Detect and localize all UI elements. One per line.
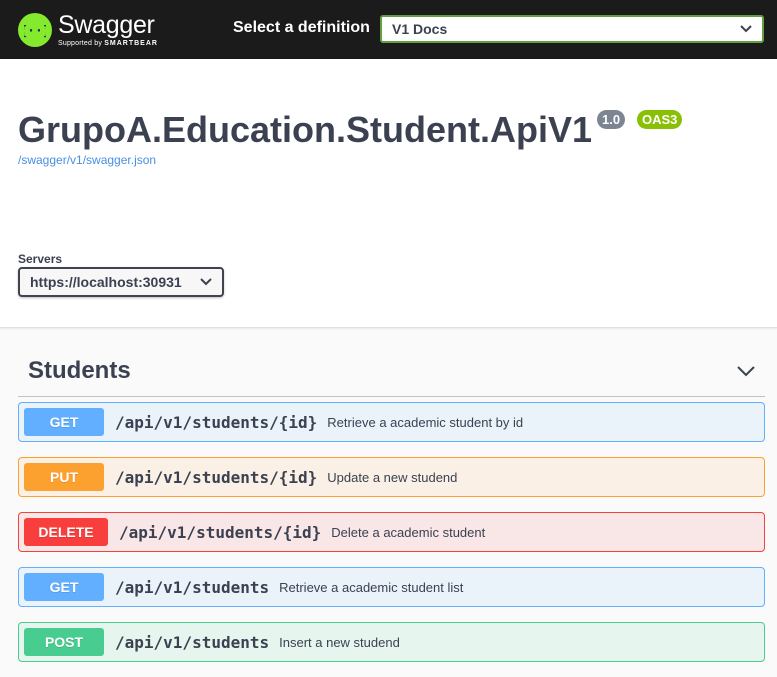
servers-select[interactable]: https://localhost:30931 [18, 267, 224, 297]
oas-badge: OAS3 [637, 110, 683, 129]
method-badge: GET [24, 573, 104, 601]
svg-text:{··}: {··} [24, 24, 46, 39]
spec-url-link[interactable]: /swagger/v1/swagger.json [18, 153, 156, 167]
operation-summary: Insert a new studend [279, 634, 400, 650]
operation-summary: Retrieve a academic student list [279, 579, 464, 595]
method-badge: POST [24, 628, 104, 656]
swagger-logo-icon: {··} [18, 12, 52, 47]
collapse-arrow-icon[interactable] [737, 365, 755, 377]
method-badge: DELETE [24, 518, 108, 546]
definition-label: Select a definition [233, 19, 370, 36]
tag-header-students[interactable]: Students [18, 346, 765, 397]
chevron-down-icon [200, 278, 212, 286]
method-badge: PUT [24, 463, 104, 491]
top-bar: {··} Swagger Supported by SMARTBEAR Sele… [0, 0, 777, 59]
chevron-down-icon [740, 25, 752, 33]
swagger-logo[interactable]: {··} Swagger Supported by SMARTBEAR [18, 10, 158, 47]
brand-subtitle: Supported by SMARTBEAR [58, 39, 158, 47]
operation-path: /api/v1/students [115, 632, 270, 652]
servers-selected-value: https://localhost:30931 [30, 274, 182, 290]
page-title: GrupoA.Education.Student.ApiV1 [18, 109, 592, 150]
brand-name: Swagger [58, 10, 155, 39]
operations-list: GET /api/v1/students/{id} Retrieve a aca… [18, 402, 765, 677]
operation-path: /api/v1/students/{id} [115, 412, 318, 432]
operation-row[interactable]: GET /api/v1/students Retrieve a academic… [18, 567, 765, 607]
operation-row[interactable]: POST /api/v1/students Insert a new stude… [18, 622, 765, 662]
definition-select[interactable]: V1 Docs [380, 15, 764, 43]
method-badge: GET [24, 408, 104, 436]
servers-label: Servers [18, 252, 63, 266]
servers-section: Servers https://localhost:30931 [0, 219, 777, 328]
operation-path: /api/v1/students/{id} [115, 467, 318, 487]
api-info: GrupoA.Education.Student.ApiV1 [0, 59, 777, 219]
operation-path: /api/v1/students [115, 577, 270, 597]
operation-summary: Retrieve a academic student by id [327, 414, 524, 430]
operation-summary: Update a new studend [327, 469, 458, 485]
definition-selected-value: V1 Docs [392, 21, 448, 37]
version-badge: 1.0 [597, 110, 626, 129]
operation-path: /api/v1/students/{id} [119, 522, 322, 542]
operation-summary: Delete a academic student [331, 524, 486, 540]
operation-row[interactable]: GET /api/v1/students/{id} Retrieve a aca… [18, 402, 765, 442]
operation-row[interactable]: DELETE /api/v1/students/{id} Delete a ac… [18, 512, 765, 552]
tag-title: Students [28, 357, 131, 384]
operation-row[interactable]: PUT /api/v1/students/{id} Update a new s… [18, 457, 765, 497]
